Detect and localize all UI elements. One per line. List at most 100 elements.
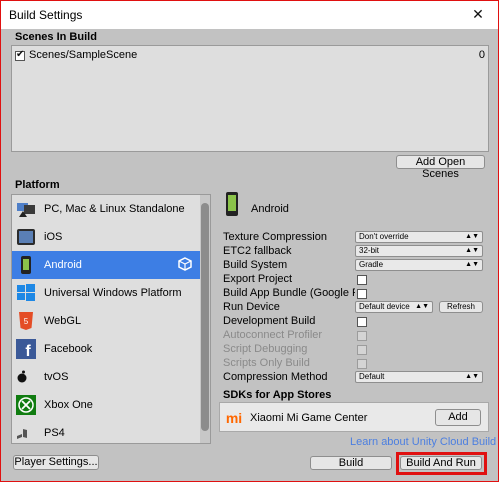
dropdown-arrow-icon: ▲▼ xyxy=(465,373,479,380)
platform-scrollbar[interactable] xyxy=(200,195,210,443)
build-settings-content: Scenes In Build Scenes/SampleScene 0 Add… xyxy=(1,29,498,481)
platform-label: PC, Mac & Linux Standalone xyxy=(44,203,185,215)
platform-item-ios[interactable]: iOS xyxy=(12,223,200,251)
sdk-row: mi Xiaomi Mi Game Center Add xyxy=(219,402,489,432)
setting-label: Development Build xyxy=(223,315,316,327)
setting-label: ETC2 fallback xyxy=(223,245,292,257)
setting-label: Run Device xyxy=(223,301,280,313)
xiaomi-icon: mi xyxy=(224,409,244,427)
export-project-checkbox[interactable] xyxy=(357,275,367,285)
platform-scroll-thumb[interactable] xyxy=(201,203,209,431)
autoconnect-profiler-checkbox xyxy=(357,331,367,341)
android-icon xyxy=(16,255,36,275)
script-debugging-checkbox xyxy=(357,345,367,355)
window-title: Build Settings xyxy=(9,8,83,22)
setting-label: Texture Compression xyxy=(223,231,327,243)
platform-label: iOS xyxy=(44,231,63,243)
xiaomi-logo: mi xyxy=(226,410,242,426)
script-debugging-row: Script Debugging xyxy=(223,343,491,357)
platform-item-facebook[interactable]: f Facebook xyxy=(12,335,200,363)
platform-label: Xbox One xyxy=(44,399,93,411)
autoconnect-profiler-row: Autoconnect Profiler xyxy=(223,329,491,343)
scripts-only-build-checkbox xyxy=(357,359,367,369)
build-and-run-highlight xyxy=(396,452,487,475)
setting-label: Script Debugging xyxy=(223,343,308,355)
dropdown-arrow-icon: ▲▼ xyxy=(415,303,429,310)
build-system-row: Build System Gradle ▲▼ xyxy=(223,259,491,273)
platform-item-ps4[interactable]: PS4 xyxy=(12,419,200,443)
android-icon xyxy=(225,191,239,217)
platform-item-tvos[interactable]: tvOS xyxy=(12,363,200,391)
facebook-icon: f xyxy=(16,339,36,360)
platform-label: PS4 xyxy=(44,427,65,439)
scene-index: 0 xyxy=(478,49,485,61)
setting-label: Export Project xyxy=(223,273,293,285)
scene-name: Scenes/SampleScene xyxy=(29,49,138,61)
scene-include-checkbox[interactable] xyxy=(15,49,25,61)
platform-list[interactable]: PC, Mac & Linux Standalone iOS Android U… xyxy=(11,194,211,444)
ps4-icon xyxy=(16,423,36,443)
svg-text:f: f xyxy=(25,343,31,359)
build-app-bundle-row: Build App Bundle (Google Play) xyxy=(223,287,491,301)
compression-method-dropdown[interactable]: Default ▲▼ xyxy=(355,371,483,383)
unity-icon xyxy=(178,257,192,271)
platform-label: Android xyxy=(44,259,82,271)
dropdown-arrow-icon: ▲▼ xyxy=(465,247,479,254)
dropdown-value: Default device xyxy=(359,302,410,311)
run-device-dropdown[interactable]: Default device ▲▼ xyxy=(355,301,433,313)
compression-method-row: Compression Method Default ▲▼ xyxy=(223,371,491,385)
build-app-bundle-checkbox[interactable] xyxy=(357,289,367,299)
dropdown-value: Don't override xyxy=(359,232,409,241)
scenes-list[interactable]: Scenes/SampleScene 0 xyxy=(11,45,489,152)
export-project-row: Export Project xyxy=(223,273,491,287)
scene-row[interactable]: Scenes/SampleScene 0 xyxy=(15,49,485,63)
dropdown-arrow-icon: ▲▼ xyxy=(465,261,479,268)
build-system-dropdown[interactable]: Gradle ▲▼ xyxy=(355,259,483,271)
platform-heading: Platform xyxy=(15,179,60,191)
platform-item-uwp[interactable]: Universal Windows Platform xyxy=(12,279,200,307)
setting-label: Build System xyxy=(223,259,288,271)
standalone-icon xyxy=(16,199,36,219)
dropdown-arrow-icon: ▲▼ xyxy=(465,233,479,240)
development-build-checkbox[interactable] xyxy=(357,317,367,327)
sdks-heading: SDKs for App Stores xyxy=(223,389,332,401)
setting-label: Scripts Only Build xyxy=(223,357,310,369)
etc2-fallback-dropdown[interactable]: 32-bit ▲▼ xyxy=(355,245,483,257)
cloud-build-link[interactable]: Learn about Unity Cloud Build xyxy=(350,436,496,448)
development-build-row: Development Build xyxy=(223,315,491,329)
texture-compression-row: Texture Compression Don't override ▲▼ xyxy=(223,231,491,245)
dropdown-value: 32-bit xyxy=(359,246,380,255)
add-sdk-button[interactable]: Add xyxy=(435,409,481,426)
run-device-row: Run Device Default device ▲▼ Refresh xyxy=(223,301,491,315)
platform-item-webgl[interactable]: 5 WebGL xyxy=(12,307,200,335)
sdk-name: Xiaomi Mi Game Center xyxy=(250,412,368,424)
title-bar: Build Settings ✕ xyxy=(1,1,498,29)
platform-item-android[interactable]: Android xyxy=(12,251,200,279)
platform-item-xbox[interactable]: Xbox One xyxy=(12,391,200,419)
ios-icon xyxy=(16,227,36,247)
setting-label: Autoconnect Profiler xyxy=(223,329,323,341)
dropdown-value: Gradle xyxy=(359,260,384,269)
xbox-icon xyxy=(16,395,36,415)
etc2-fallback-row: ETC2 fallback 32-bit ▲▼ xyxy=(223,245,491,259)
tvos-icon xyxy=(16,367,36,387)
platform-settings-title: Android xyxy=(251,203,289,215)
html5-icon: 5 xyxy=(16,311,36,331)
platform-item-standalone[interactable]: PC, Mac & Linux Standalone xyxy=(12,195,200,223)
add-open-scenes-button[interactable]: Add Open Scenes xyxy=(396,155,485,180)
player-settings-button[interactable]: Player Settings... xyxy=(13,455,99,470)
platform-label: Universal Windows Platform xyxy=(44,287,182,299)
scenes-in-build-heading: Scenes In Build xyxy=(15,31,97,43)
build-settings-window: Build Settings ✕ Scenes In Build Scenes/… xyxy=(0,0,499,482)
build-button[interactable]: Build xyxy=(310,456,392,470)
platform-label: Facebook xyxy=(44,343,93,355)
setting-label: Compression Method xyxy=(223,371,328,383)
platform-label: tvOS xyxy=(44,371,69,383)
texture-compression-dropdown[interactable]: Don't override ▲▼ xyxy=(355,231,483,243)
windows-icon xyxy=(16,283,36,303)
svg-text:5: 5 xyxy=(24,317,29,326)
refresh-button[interactable]: Refresh xyxy=(439,301,483,313)
close-button[interactable]: ✕ xyxy=(458,1,498,28)
setting-label: Build App Bundle (Google Play) xyxy=(223,287,355,299)
scripts-only-build-row: Scripts Only Build xyxy=(223,357,491,371)
